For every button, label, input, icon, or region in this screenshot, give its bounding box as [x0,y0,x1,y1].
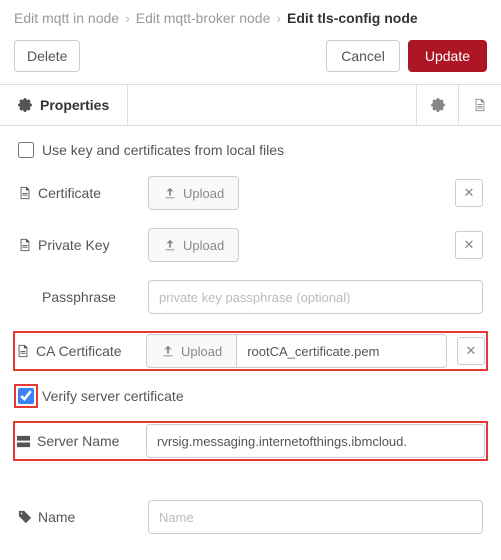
ca-certificate-filename[interactable] [237,334,447,368]
upload-icon [163,238,177,252]
gear-icon [431,98,445,112]
close-icon: ✕ [466,343,477,359]
private-key-clear-button[interactable]: ✕ [455,231,483,259]
delete-button[interactable]: Delete [14,40,80,72]
private-key-label: Private Key [18,237,148,253]
verify-server-row: Verify server certificate [18,388,483,404]
use-local-files-label: Use key and certificates from local file… [42,142,284,158]
breadcrumb-lvl1[interactable]: Edit mqtt in node [14,10,119,26]
name-row: Name [18,500,483,534]
close-icon: ✕ [464,237,475,253]
private-key-upload-button[interactable]: Upload [148,228,239,262]
server-name-row: Server Name [14,422,487,460]
server-name-input[interactable] [146,424,485,458]
action-bar: Delete Cancel Update [0,34,501,85]
name-label: Name [18,509,148,525]
upload-icon [161,344,175,358]
file-icon [18,238,32,252]
ca-certificate-upload-button[interactable]: Upload [146,334,237,368]
use-local-files-checkbox[interactable] [18,142,34,158]
upload-icon [163,186,177,200]
certificate-row: Certificate Upload ✕ [18,176,483,210]
cancel-button[interactable]: Cancel [326,40,400,72]
ca-certificate-label: CA Certificate [16,343,146,359]
server-icon [16,434,31,449]
chevron-right-icon: › [125,10,130,26]
tag-icon [18,510,32,524]
tab-properties-label: Properties [40,97,109,113]
certificate-upload-button[interactable]: Upload [148,176,239,210]
passphrase-row: Passphrase [18,280,483,314]
tab-docs[interactable] [459,85,501,125]
passphrase-input[interactable] [148,280,483,314]
name-input[interactable] [148,500,483,534]
ca-certificate-row: CA Certificate Upload ✕ [14,332,487,370]
verify-server-checkbox[interactable] [18,388,34,404]
breadcrumb: Edit mqtt in node › Edit mqtt-broker nod… [0,0,501,34]
close-icon: ✕ [464,185,475,201]
passphrase-label: Passphrase [18,289,148,305]
document-icon [473,98,487,112]
breadcrumb-lvl3: Edit tls-config node [287,10,418,26]
chevron-right-icon: › [276,10,281,26]
use-local-files-row: Use key and certificates from local file… [18,142,483,158]
properties-form: Use key and certificates from local file… [0,126,501,560]
certificate-clear-button[interactable]: ✕ [455,179,483,207]
certificate-label: Certificate [18,185,148,201]
server-name-label: Server Name [16,433,146,449]
update-button[interactable]: Update [408,40,487,72]
file-icon [16,344,30,358]
file-icon [18,186,32,200]
verify-server-label: Verify server certificate [42,388,184,404]
gear-icon [18,98,32,112]
ca-certificate-clear-button[interactable]: ✕ [457,337,485,365]
private-key-row: Private Key Upload ✕ [18,228,483,262]
tabs: Properties [0,85,501,126]
tab-settings[interactable] [417,85,459,125]
breadcrumb-lvl2[interactable]: Edit mqtt-broker node [136,10,271,26]
tab-properties[interactable]: Properties [0,85,128,125]
